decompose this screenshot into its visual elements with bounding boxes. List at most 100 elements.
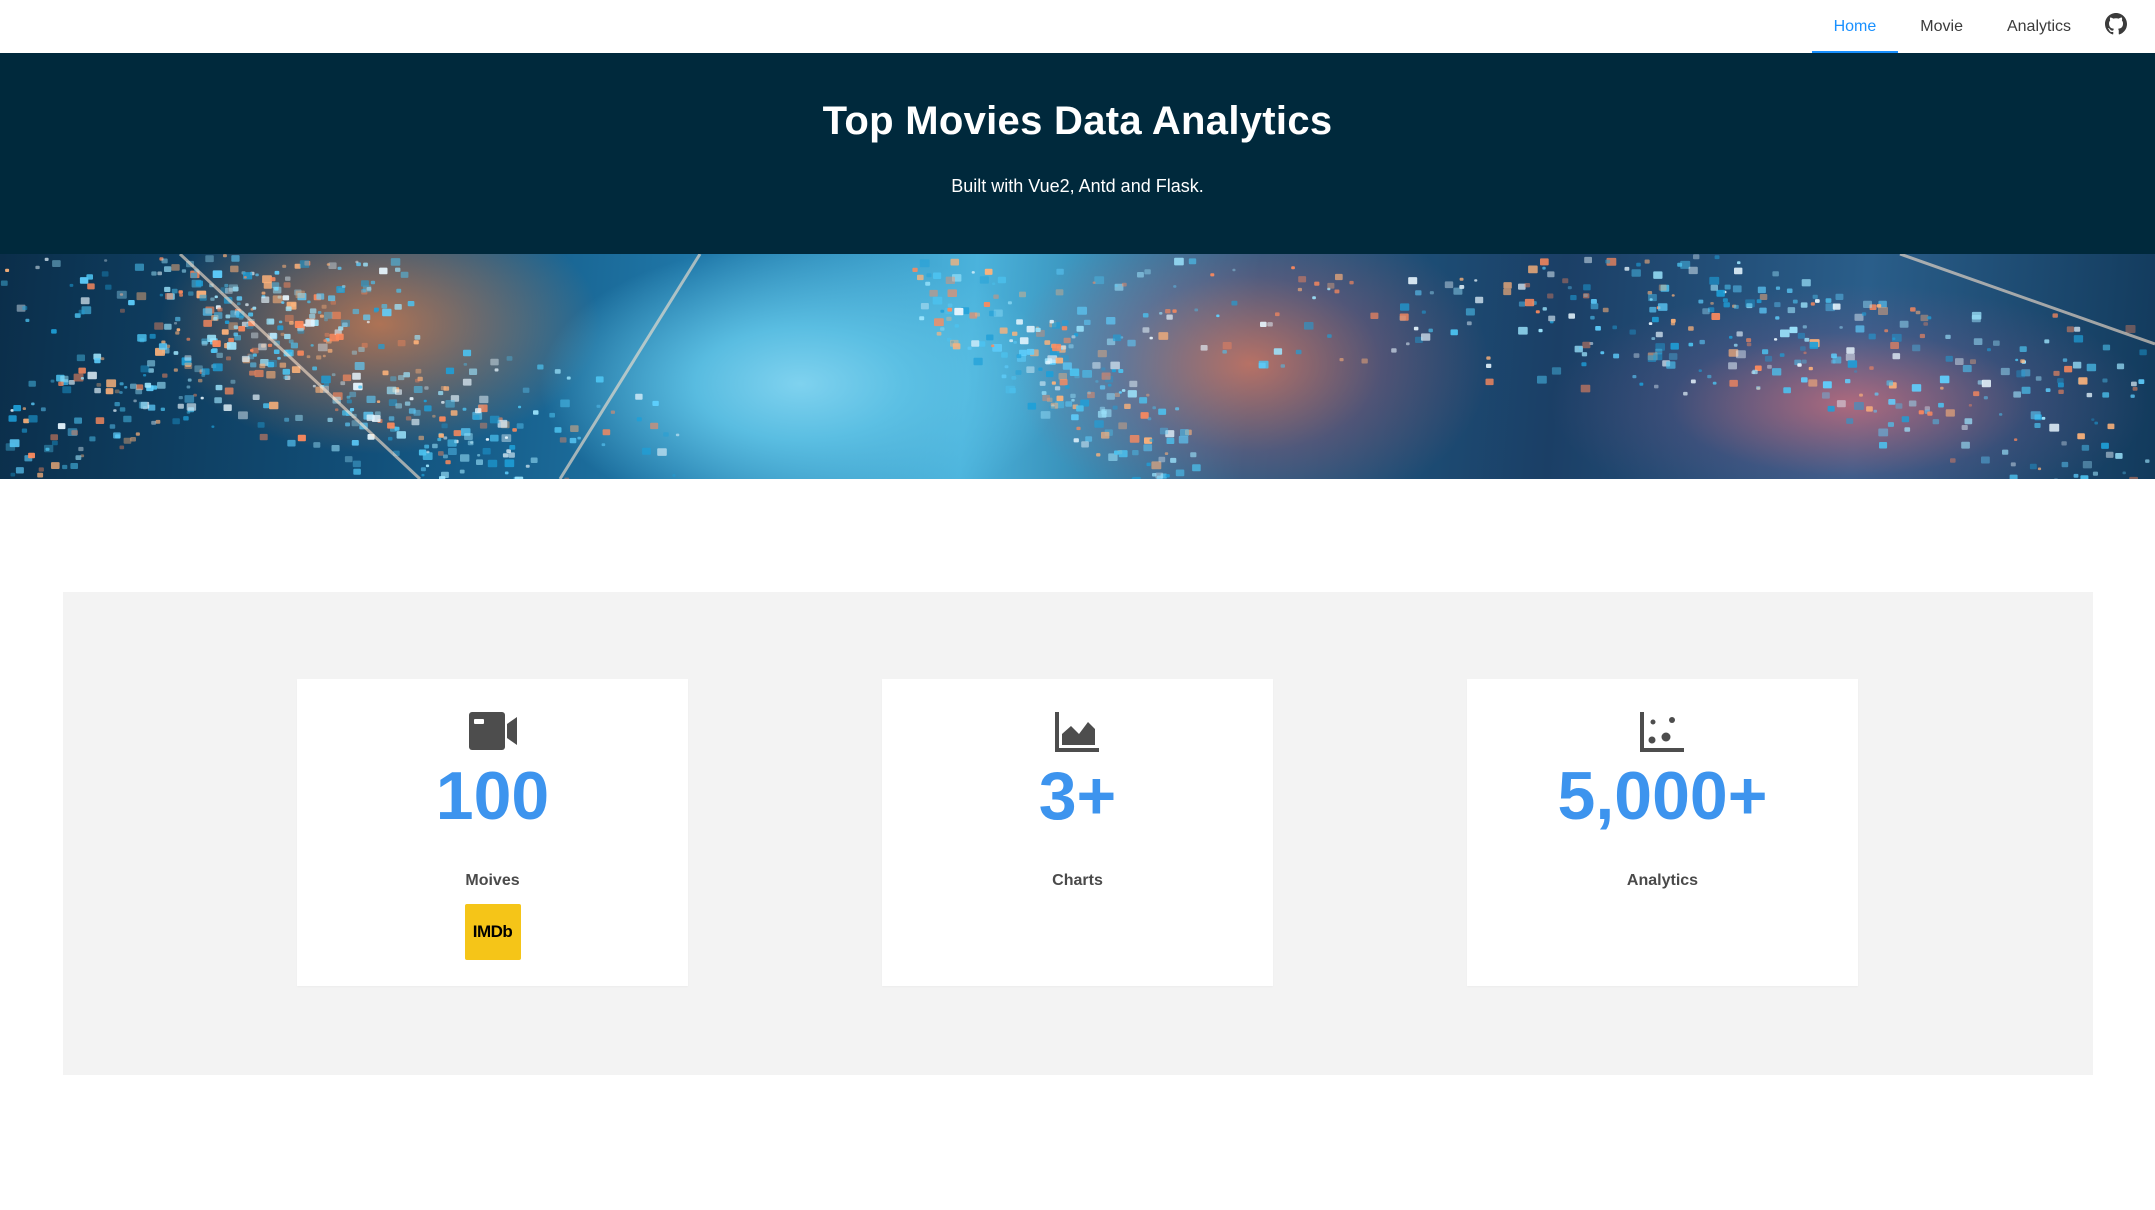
banner-glyph bbox=[459, 469, 465, 474]
banner-glyph bbox=[1076, 426, 1081, 431]
banner-glyph bbox=[1590, 303, 1599, 310]
banner-glyph bbox=[1065, 385, 1070, 389]
banner-glyph bbox=[1260, 321, 1267, 327]
banner-glyph bbox=[1068, 344, 1074, 349]
banner-glyph bbox=[1486, 363, 1492, 368]
banner-glyph bbox=[2064, 365, 2073, 373]
banner-glyph bbox=[1964, 418, 1973, 425]
banner-glyph bbox=[650, 422, 659, 430]
banner-glyph bbox=[512, 428, 517, 432]
banner-glyph bbox=[425, 464, 430, 468]
banner-glyph bbox=[947, 307, 953, 312]
banner-glyph bbox=[331, 445, 340, 452]
nav-item-movie[interactable]: Movie bbox=[1898, 0, 1985, 53]
github-link[interactable] bbox=[2093, 0, 2133, 53]
banner-glyph bbox=[1081, 441, 1089, 448]
banner-glyph bbox=[2053, 370, 2060, 376]
banner-glyph bbox=[15, 467, 24, 474]
banner-glyph bbox=[186, 403, 197, 411]
banner-glyph bbox=[2014, 438, 2018, 441]
banner-glyph bbox=[211, 425, 215, 428]
banner-glyph bbox=[1888, 399, 1896, 405]
banner-glyph bbox=[974, 312, 980, 317]
banner-glyph bbox=[504, 459, 515, 468]
banner-glyph bbox=[1413, 326, 1419, 331]
banner-glyph bbox=[1042, 394, 1050, 402]
banner-glyph bbox=[1144, 269, 1151, 275]
banner-glyph bbox=[1567, 286, 1572, 290]
banner-glyph bbox=[252, 353, 257, 357]
banner-glyph bbox=[1001, 374, 1007, 379]
banner-glyph bbox=[0, 280, 8, 286]
banner-glyph bbox=[1879, 442, 1888, 449]
banner-glyph bbox=[214, 295, 218, 299]
banner-glyph bbox=[1164, 452, 1169, 455]
banner-glyph bbox=[954, 324, 959, 328]
banner-glyph bbox=[522, 387, 530, 393]
banner-glyph bbox=[1175, 407, 1180, 411]
banner-glyph bbox=[1892, 353, 1901, 360]
banner-glyph bbox=[413, 386, 423, 393]
banner-glyph bbox=[1911, 384, 1922, 392]
banner-glyph bbox=[1408, 277, 1418, 285]
banner-glyph bbox=[158, 343, 168, 350]
banner-glyph bbox=[120, 308, 125, 313]
banner-glyph bbox=[310, 344, 314, 347]
banner-glyph bbox=[261, 291, 266, 295]
banner-glyph bbox=[157, 381, 166, 389]
banner-glyph bbox=[123, 415, 132, 423]
banner-glyph bbox=[2061, 441, 2067, 446]
banner-glyph bbox=[1918, 410, 1924, 415]
banner-glyph bbox=[1886, 380, 1893, 386]
banner-glyph bbox=[1890, 342, 1899, 349]
banner-glyph bbox=[28, 415, 38, 423]
banner-glyph bbox=[1537, 375, 1547, 384]
banner-glyph bbox=[1076, 405, 1084, 412]
banner-glyph bbox=[1007, 301, 1012, 305]
banner-glyph bbox=[13, 405, 21, 412]
banner-glyph bbox=[1535, 310, 1540, 314]
banner-glyph bbox=[2131, 381, 2137, 387]
banner-glyph bbox=[1808, 379, 1818, 387]
banner-glyph bbox=[1800, 346, 1806, 351]
banner-glyph bbox=[537, 364, 544, 370]
banner-glyph bbox=[194, 365, 203, 373]
banner-glyph bbox=[1801, 377, 1808, 383]
banner-glyph bbox=[1232, 268, 1236, 272]
banner-glyph bbox=[100, 357, 105, 361]
banner-glyph bbox=[1987, 348, 1991, 352]
banner-glyph bbox=[1762, 349, 1769, 355]
banner-glyph bbox=[186, 410, 191, 414]
banner-glyph bbox=[413, 409, 421, 416]
banner-glyph bbox=[932, 296, 943, 305]
banner-glyph bbox=[335, 333, 344, 340]
banner-glyph bbox=[230, 310, 240, 318]
banner-glyph bbox=[386, 386, 397, 395]
banner-glyph bbox=[1968, 404, 1972, 407]
banner-glyph bbox=[151, 420, 157, 425]
banner-glyph bbox=[1040, 411, 1051, 419]
banner-glyph bbox=[642, 447, 651, 455]
nav-item-home[interactable]: Home bbox=[1811, 0, 1899, 53]
banner-glyph bbox=[395, 403, 402, 409]
banner-glyph bbox=[1118, 422, 1127, 430]
banner-glyph bbox=[51, 462, 60, 469]
nav-item-label: Movie bbox=[1920, 17, 1963, 35]
banner-glyph bbox=[602, 429, 611, 436]
banner-glyph bbox=[1339, 358, 1344, 362]
banner-glyph bbox=[1060, 345, 1067, 350]
banner-glyph bbox=[1651, 337, 1656, 340]
banner-glyph bbox=[1716, 289, 1725, 297]
banner-glyph bbox=[60, 375, 69, 383]
banner-glyph bbox=[1297, 287, 1302, 292]
banner-glyph bbox=[1110, 361, 1120, 370]
banner-glyph bbox=[1041, 391, 1047, 395]
banner-glyph bbox=[1503, 282, 1512, 289]
banner-glyph bbox=[225, 287, 233, 294]
nav-item-analytics[interactable]: Analytics bbox=[1985, 0, 2093, 53]
banner-glyph bbox=[10, 472, 16, 477]
banner-glyph bbox=[224, 387, 234, 395]
imdb-logo[interactable]: IMDb bbox=[464, 904, 521, 960]
banner-glyph bbox=[231, 255, 240, 262]
banner-glyph bbox=[363, 262, 368, 267]
